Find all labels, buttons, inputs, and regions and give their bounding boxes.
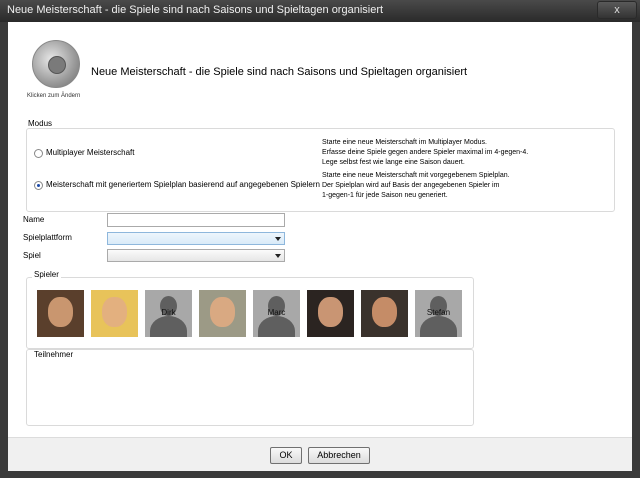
player-face (210, 297, 235, 327)
generated-schedule-option-label[interactable]: Meisterschaft mit generiertem Spielplan … (46, 180, 320, 189)
player-tile[interactable] (307, 290, 354, 337)
cancel-button[interactable]: Abbrechen (308, 447, 370, 464)
player-name: Stefan (426, 308, 451, 317)
player-tile[interactable] (37, 290, 84, 337)
player-tile[interactable] (199, 290, 246, 337)
player-tile[interactable]: Dirk (145, 290, 192, 337)
participants-group[interactable] (26, 349, 474, 426)
modus-group-label: Modus (26, 119, 55, 128)
generated-desc-3: 1-gegen-1 für jede Saison neu generiert. (322, 192, 448, 199)
player-tile[interactable] (361, 290, 408, 337)
close-button[interactable]: x (597, 1, 637, 19)
dialog-content: Klicken zum Ändern Neue Meisterschaft - … (8, 22, 632, 437)
multiplayer-radio[interactable] (34, 149, 43, 158)
multiplayer-desc-1: Starte eine neue Meisterschaft im Multip… (322, 139, 487, 146)
player-face (48, 297, 73, 327)
silhouette-body (420, 316, 457, 337)
window-title: Neue Meisterschaft - die Spiele sind nac… (7, 4, 384, 16)
players-group-label: Spieler (32, 270, 61, 279)
title-bar[interactable]: Neue Meisterschaft - die Spiele sind nac… (0, 0, 640, 22)
generated-desc-2: Der Spielplan wird auf Basis der angegeb… (322, 182, 500, 189)
participants-group-label: Teilnehmer (32, 350, 76, 359)
logo-center (48, 56, 66, 74)
player-name: Marc (267, 308, 286, 317)
page-title: Neue Meisterschaft - die Spiele sind nac… (91, 66, 468, 78)
player-face (372, 297, 397, 327)
player-face (318, 297, 343, 327)
chevron-down-icon (275, 237, 281, 241)
logo-caption: Klicken zum Ändern (27, 93, 81, 99)
ok-button[interactable]: OK (270, 447, 302, 464)
silhouette-body (150, 316, 187, 337)
league-logo-icon[interactable] (32, 40, 80, 88)
modus-group (26, 128, 615, 212)
platform-label: Spielplattform (23, 233, 72, 242)
chevron-down-icon (275, 254, 281, 258)
multiplayer-desc-2: Erfasse deine Spiele gegen andere Spiele… (322, 149, 529, 156)
generated-schedule-radio[interactable] (34, 181, 43, 190)
player-name: Dirk (161, 308, 176, 317)
name-input[interactable] (107, 213, 285, 227)
game-label: Spiel (23, 251, 41, 260)
platform-select[interactable] (107, 232, 285, 245)
multiplayer-desc-3: Lege selbst fest wie lange eine Saison d… (322, 159, 465, 166)
player-face (102, 297, 127, 327)
dialog-footer: OK Abbrechen (8, 437, 632, 471)
player-tile[interactable]: Marc (253, 290, 300, 337)
silhouette-body (258, 316, 295, 337)
name-label: Name (23, 215, 45, 224)
game-select[interactable] (107, 249, 285, 262)
multiplayer-option-label[interactable]: Multiplayer Meisterschaft (46, 148, 134, 157)
player-tile[interactable]: Stefan (415, 290, 462, 337)
generated-desc-1: Starte eine neue Meisterschaft mit vorge… (322, 172, 510, 179)
dialog-window: Neue Meisterschaft - die Spiele sind nac… (0, 0, 640, 478)
player-tile[interactable] (91, 290, 138, 337)
